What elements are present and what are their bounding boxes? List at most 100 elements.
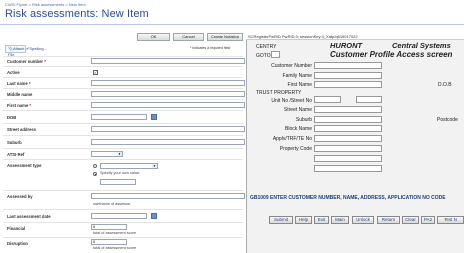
terminal-section-label: TRUST PROPERTY (256, 90, 302, 96)
form-row-assessment-type: Assessment type ▼ Specify your own value… (3, 159, 243, 189)
terminal-field-label: Postcode (437, 117, 458, 123)
form-row-suburb: Suburb (3, 135, 245, 147)
field-label: ATSI-Ref (7, 152, 25, 157)
form-row-street-address: Street address (3, 123, 245, 134)
dob-input[interactable] (91, 114, 147, 120)
extra-terminal-input[interactable] (314, 165, 382, 172)
terminal-message: GB1009 ENTER CUSTOMER NUMBER, NAME, ADDR… (250, 195, 446, 201)
assessment-type-select[interactable]: ▼ (100, 163, 158, 169)
terminal-status-line: SCRegisterPwRID PwRID:3; sessionKey:4_Xd… (246, 33, 464, 40)
first-name-input[interactable] (91, 102, 245, 108)
terminal-heading-huront: HURONT (330, 41, 363, 50)
assessment-type-custom-input[interactable] (100, 179, 136, 185)
breadcrumb-current: New Item (68, 2, 86, 7)
terminal-field-label: Family Name (282, 73, 312, 79)
field-label: Street address (7, 127, 37, 132)
middle-name-input[interactable] (91, 91, 245, 97)
ok-button[interactable]: OK (137, 33, 170, 41)
form-row-last-assessment-date: Last assessment date (3, 209, 243, 221)
family-name-terminal-input[interactable] (314, 72, 382, 79)
chevron-down-icon: ▼ (117, 152, 122, 156)
last-assessment-date-input[interactable] (91, 213, 147, 219)
header-divider (0, 24, 464, 25)
terminal-field-label: D.O.B (438, 82, 452, 88)
disruption-hint: total of assessment score (93, 246, 137, 250)
assessed-by-hint: username of assessor (93, 202, 131, 206)
form-row-customer-number: Customer number * (3, 56, 245, 65)
terminal-field-label: Street Name (283, 107, 312, 113)
street-address-input[interactable] (91, 126, 245, 132)
choice-radio[interactable] (93, 164, 97, 168)
main-button[interactable]: Main (331, 216, 349, 224)
form-row-last-name: Last name * (3, 77, 245, 87)
customer-number-input[interactable] (91, 58, 245, 64)
cancel-button[interactable]: Cancel (173, 33, 204, 41)
atsi-ref-select[interactable]: ▼ (91, 151, 123, 157)
terminal-label-centry: CENTRY (256, 44, 277, 50)
property-code-terminal-input[interactable] (314, 145, 382, 152)
calendar-icon[interactable] (151, 114, 157, 120)
breadcrumb-root[interactable]: CWSI Flynet (5, 2, 27, 7)
terminal-field-label: Block Name (285, 126, 312, 132)
field-label: Customer number * (7, 59, 46, 64)
terminal-field-label: Applv/TRF/TE No (272, 136, 312, 142)
form-row-atsi-ref: ATSI-Ref ▼ (3, 148, 243, 158)
page-title: Risk assessments: New Item (5, 8, 149, 20)
block-name-terminal-input[interactable] (314, 125, 382, 132)
return-button[interactable]: Return (377, 216, 400, 224)
street-name-terminal-input[interactable] (314, 106, 382, 113)
active-checkbox[interactable]: ✓ (93, 70, 98, 75)
disruption-input[interactable]: 0 (91, 239, 127, 245)
unit-no-terminal-input[interactable] (314, 96, 341, 103)
clear-button[interactable]: Clear (402, 216, 419, 224)
required-note: * indicates a required field (190, 46, 230, 50)
financial-hint: total of assessment score (93, 231, 137, 235)
chevron-down-icon: ▼ (152, 164, 157, 168)
terminal-label-goto: GOTO (256, 53, 271, 59)
submit-button[interactable]: Submit (269, 216, 293, 224)
spelling-label: Spelling... (29, 46, 47, 51)
last-name-input[interactable] (91, 80, 245, 86)
suburb-terminal-input[interactable] (314, 116, 382, 123)
form-row-middle-name: Middle name (3, 88, 245, 98)
unlock-button[interactable]: Unlock (352, 216, 374, 224)
field-label: Last assessment date (7, 214, 51, 219)
extra-terminal-input[interactable] (314, 155, 382, 162)
form-row-disruption: Disruption 0 total of assessment score (3, 237, 243, 253)
terminal-field-label: Customer Number (271, 63, 312, 69)
goto-input[interactable] (271, 51, 280, 58)
form-row-assessed-by: Assessed by username of assessor (3, 190, 245, 208)
suburb-input[interactable] (91, 139, 245, 145)
form-row-financial: Financial 0 total of assessment score (3, 222, 243, 236)
test-button[interactable]: Test N (437, 216, 464, 224)
customer-number-terminal-input[interactable] (314, 62, 382, 69)
form-row-active: Active ✓ (3, 66, 243, 76)
required-note-text: indicates a required field (192, 46, 231, 50)
create-notation-button[interactable]: Create Notation (207, 33, 243, 41)
field-label: Active (7, 70, 20, 75)
spelling-button[interactable]: ✔Spelling... (26, 45, 47, 53)
applv-terminal-input[interactable] (314, 135, 382, 142)
help-button[interactable]: Help (295, 216, 312, 224)
financial-input[interactable]: 0 (91, 224, 127, 230)
calendar-icon[interactable] (151, 213, 157, 219)
breadcrumb-section[interactable]: Risk assessments (32, 2, 64, 7)
field-label: Suburb (7, 140, 22, 145)
terminal-field-label: First Name (287, 82, 312, 88)
terminal-field-label: Suburb (295, 117, 312, 123)
pa2-button[interactable]: PA2 (421, 216, 435, 224)
attach-file-button[interactable]: 📎Attach File (5, 45, 26, 57)
field-label: First name * (7, 103, 31, 108)
specify-own-label: Specify your own value: (100, 171, 141, 175)
specify-own-radio[interactable] (93, 172, 97, 176)
field-label: Last name * (7, 81, 31, 86)
terminal-field-label: Unit No /Street No (271, 98, 312, 104)
street-no-terminal-input[interactable] (356, 96, 382, 103)
field-label: Financial (7, 226, 26, 231)
terminal-heading-screen: Customer Profile Access screen (330, 50, 453, 59)
first-name-terminal-input[interactable] (314, 81, 382, 88)
assessed-by-input[interactable] (91, 193, 245, 199)
field-label: Assessment type (7, 163, 42, 168)
exit-button[interactable]: Exit (314, 216, 329, 224)
field-label: Assessed by (7, 194, 33, 199)
